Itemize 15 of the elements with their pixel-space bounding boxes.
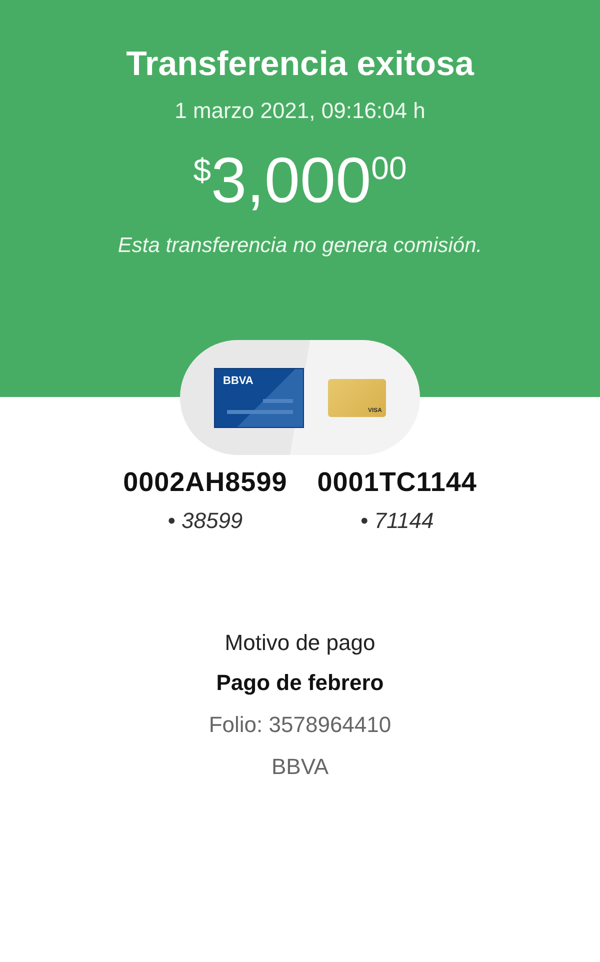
screen-title: Transferencia exitosa: [125, 44, 476, 85]
account-suffix: • 71144: [359, 508, 435, 534]
bank-card-icon: BBVA: [214, 368, 304, 428]
account-number: 0001TC1144: [317, 467, 477, 498]
transfer-date: 1 marzo 2021, 09:16:04 h: [174, 98, 426, 124]
account-number: 0002AH8599: [123, 467, 288, 498]
currency-symbol: $: [193, 154, 212, 186]
payment-reason-label: Motivo de pago: [224, 630, 376, 656]
amount: 3,000: [211, 148, 372, 212]
bank-name: BBVA: [270, 754, 330, 780]
commission-note: Esta transferencia no genera comisión.: [116, 234, 484, 258]
payment-reason: Pago de febrero: [215, 670, 385, 696]
amount-cents: 00: [371, 152, 407, 184]
account-suffix: • 38599: [166, 508, 244, 534]
folio-number: Folio: 3578964410: [208, 712, 392, 738]
